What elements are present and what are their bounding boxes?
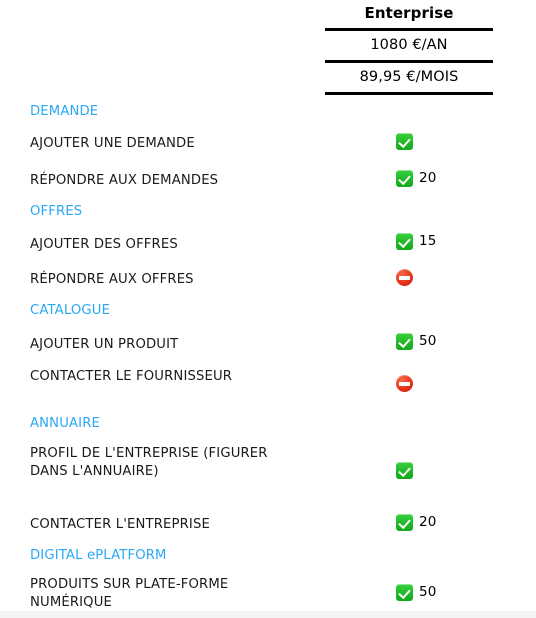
feature-label: CONTACTER L'ENTREPRISE bbox=[30, 517, 210, 532]
plan-price-monthly: 89,95 €/MOIS bbox=[359, 69, 459, 85]
section-heading-label: DIGITAL ePLATFORM bbox=[30, 548, 167, 563]
feature-quantity: 20 bbox=[419, 170, 437, 186]
feature-label: PRODUITS SUR PLATE-FORME NUMÉRIQUE bbox=[30, 577, 229, 610]
check-icon bbox=[396, 170, 413, 187]
feature-value: 20 bbox=[396, 170, 526, 187]
feature-quantity: 50 bbox=[419, 584, 437, 600]
feature-label: RÉPONDRE AUX OFFRES bbox=[30, 272, 194, 287]
section-heading-label: CATALOGUE bbox=[30, 303, 111, 318]
feature-value bbox=[396, 375, 526, 392]
section-heading-label: ANNUAIRE bbox=[30, 416, 101, 431]
header-divider-3 bbox=[325, 92, 493, 95]
feature-label: AJOUTER DES OFFRES bbox=[30, 237, 178, 252]
feature-label: AJOUTER UNE DEMANDE bbox=[30, 136, 195, 151]
bottom-strip bbox=[0, 611, 536, 618]
check-icon bbox=[396, 514, 413, 531]
feature-label: CONTACTER LE FOURNISSEUR bbox=[30, 369, 233, 384]
check-icon bbox=[396, 333, 413, 350]
feature-value: 20 bbox=[396, 514, 526, 531]
pricing-comparison-table: Enterprise 1080 €/AN 89,95 €/MOIS DEMAND… bbox=[0, 0, 536, 618]
feature-label: PROFIL DE L'ENTREPRISE (FIGURER DANS L'A… bbox=[30, 446, 268, 479]
plan-price-yearly: 1080 €/AN bbox=[370, 37, 448, 53]
feature-quantity: 20 bbox=[419, 514, 437, 530]
no-entry-icon bbox=[396, 375, 413, 392]
feature-value bbox=[396, 269, 526, 286]
feature-value bbox=[396, 133, 526, 150]
section-heading-label: OFFRES bbox=[30, 204, 83, 219]
feature-quantity: 15 bbox=[419, 233, 437, 249]
feature-label: RÉPONDRE AUX DEMANDES bbox=[30, 173, 219, 188]
feature-row: PRODUITS SUR PLATE-FORME NUMÉRIQUE 50 bbox=[0, 0, 536, 610]
check-icon bbox=[396, 584, 413, 601]
feature-value: 50 bbox=[396, 333, 526, 350]
check-icon bbox=[396, 462, 413, 479]
check-icon bbox=[396, 233, 413, 250]
section-heading-label: DEMANDE bbox=[30, 104, 99, 119]
feature-value bbox=[396, 462, 526, 479]
feature-quantity: 50 bbox=[419, 333, 437, 349]
feature-value: 50 bbox=[396, 584, 526, 601]
no-entry-icon bbox=[396, 269, 413, 286]
check-icon bbox=[396, 133, 413, 150]
feature-value: 15 bbox=[396, 233, 526, 250]
feature-label: AJOUTER UN PRODUIT bbox=[30, 337, 179, 352]
